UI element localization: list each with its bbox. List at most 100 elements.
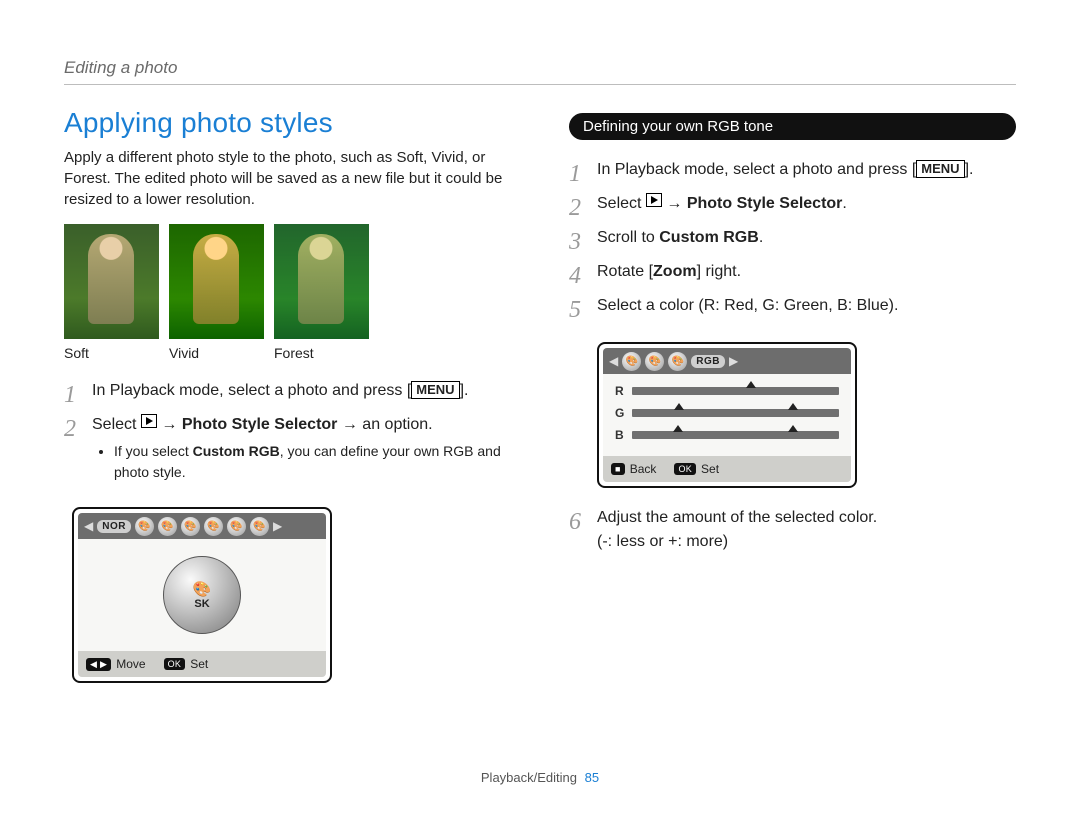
step-text: → (157, 416, 182, 433)
style-dot-icon: 🎨 (135, 517, 154, 536)
thumb-vivid: Vivid (169, 224, 264, 361)
move-hint: ◀ ▶ Move (86, 657, 146, 671)
sub-text: If you select (114, 443, 193, 459)
rgb-slider-r (632, 387, 839, 395)
style-dial: 🎨 SK (163, 556, 241, 634)
step-6: Adjust the amount of the selected color.… (569, 506, 1016, 554)
step-4: Rotate [Zoom] right. (569, 260, 1016, 284)
left-column: Applying photo styles Apply a different … (64, 107, 511, 754)
back-hint: ■ Back (611, 462, 656, 476)
move-label: Move (116, 657, 145, 671)
footer-section: Playback/Editing (481, 770, 577, 785)
step-text: → an option. (337, 416, 432, 433)
thumb-caption: Soft (64, 345, 159, 361)
right-steps-cont: Adjust the amount of the selected color.… (569, 506, 1016, 564)
step-2: Select → Photo Style Selector. (569, 192, 1016, 216)
icon-strip: ◀ 🎨 🎨 🎨 RGB ▶ (603, 348, 851, 374)
rgb-row-g: G (615, 406, 839, 420)
arrows-icon: ◀ ▶ (86, 658, 111, 671)
page-footer: Playback/Editing 85 (64, 754, 1016, 785)
step-text: Select a color (R: Red, G: Green, B: Blu… (597, 297, 898, 314)
step-text: (-: less or +: more) (597, 533, 728, 550)
chevron-left-icon: ◀ (609, 354, 618, 368)
left-steps: In Playback mode, select a photo and pre… (64, 379, 511, 493)
thumbnail-row: Soft Vivid Forest (64, 224, 511, 361)
rgb-heading-pill: Defining your own RGB tone (569, 113, 1016, 140)
device-footer: ■ Back OK Set (603, 456, 851, 482)
step-2: Select → Photo Style Selector → an optio… (64, 413, 511, 483)
chevron-right-icon: ▶ (273, 519, 282, 533)
photo-thumb-image (274, 224, 369, 339)
step-text: Select (597, 195, 646, 212)
set-label: Set (190, 657, 208, 671)
device-screenshot-right: ◀ 🎨 🎨 🎨 RGB ▶ R G (597, 342, 857, 488)
g-label: G (615, 406, 624, 420)
thumb-soft: Soft (64, 224, 159, 361)
photo-style-selector-bold: Photo Style Selector (687, 195, 843, 212)
breadcrumb: Editing a photo (64, 58, 1016, 85)
step-text: ] right. (697, 263, 741, 280)
zoom-bold: Zoom (653, 263, 697, 280)
device-screenshot-left: ◀ NOR 🎨 🎨 🎨 🎨 🎨 🎨 ▶ 🎨 SK (72, 507, 332, 683)
step-text: → (662, 195, 687, 212)
step-text: In Playback mode, select a photo and pre… (597, 161, 916, 178)
step-text: Rotate [ (597, 263, 653, 280)
b-label: B (615, 428, 624, 442)
step-text: . (842, 195, 846, 212)
thumb-forest: Forest (274, 224, 369, 361)
style-dot-icon: 🎨 (158, 517, 177, 536)
right-column: Defining your own RGB tone In Playback m… (569, 107, 1016, 754)
dial-label: SK (194, 598, 209, 610)
rgb-slider-b (632, 431, 839, 439)
icon-strip: ◀ NOR 🎨 🎨 🎨 🎨 🎨 🎨 ▶ (78, 513, 326, 539)
style-dot-icon: 🎨 (250, 517, 269, 536)
style-dot-icon: 🎨 (181, 517, 200, 536)
step-text: Adjust the amount of the selected color. (597, 509, 877, 526)
step-1: In Playback mode, select a photo and pre… (569, 158, 1016, 182)
style-dot-icon: 🎨 (227, 517, 246, 536)
device-footer: ◀ ▶ Move OK Set (78, 651, 326, 677)
step-3: Scroll to Custom RGB. (569, 226, 1016, 250)
menu-button-label: MENU (916, 160, 964, 178)
step-5: Select a color (R: Red, G: Green, B: Blu… (569, 294, 1016, 318)
step-text: ]. (460, 382, 469, 399)
style-dot-icon: 🎨 (645, 352, 664, 371)
set-hint: OK Set (164, 657, 209, 671)
thumb-caption: Vivid (169, 345, 264, 361)
chevron-left-icon: ◀ (84, 519, 93, 533)
thumb-caption: Forest (274, 345, 369, 361)
step-text: Scroll to (597, 229, 659, 246)
ok-icon: OK (164, 658, 186, 670)
intro-text: Apply a different photo style to the pho… (64, 147, 511, 210)
ok-icon: OK (674, 463, 696, 475)
rgb-sliders: R G B (603, 374, 851, 456)
stop-icon: ■ (611, 463, 625, 475)
right-steps: In Playback mode, select a photo and pre… (569, 158, 1016, 328)
set-hint: OK Set (674, 462, 719, 476)
style-dot-icon: 🎨 (668, 352, 687, 371)
photo-thumb-image (169, 224, 264, 339)
step-text: . (759, 229, 763, 246)
dial-area: 🎨 SK (78, 539, 326, 651)
back-label: Back (630, 462, 657, 476)
r-label: R (615, 384, 624, 398)
play-icon (141, 414, 157, 428)
custom-rgb-bold: Custom RGB (193, 443, 280, 459)
nor-pill: NOR (97, 520, 131, 533)
photo-thumb-image (64, 224, 159, 339)
menu-button-label: MENU (411, 381, 459, 399)
style-dot-icon: 🎨 (622, 352, 641, 371)
page-number: 85 (585, 770, 599, 785)
step-text: Select (92, 416, 141, 433)
rgb-pill: RGB (691, 355, 725, 368)
style-dot-icon: 🎨 (204, 517, 223, 536)
rgb-row-r: R (615, 384, 839, 398)
photo-style-selector-bold: Photo Style Selector (182, 416, 338, 433)
step-1: In Playback mode, select a photo and pre… (64, 379, 511, 403)
step-text: In Playback mode, select a photo and pre… (92, 382, 411, 399)
sub-bullet: If you select Custom RGB, you can define… (114, 441, 511, 483)
chevron-right-icon: ▶ (729, 354, 738, 368)
play-icon (646, 193, 662, 207)
palette-icon: 🎨 (193, 580, 212, 598)
rgb-row-b: B (615, 428, 839, 442)
